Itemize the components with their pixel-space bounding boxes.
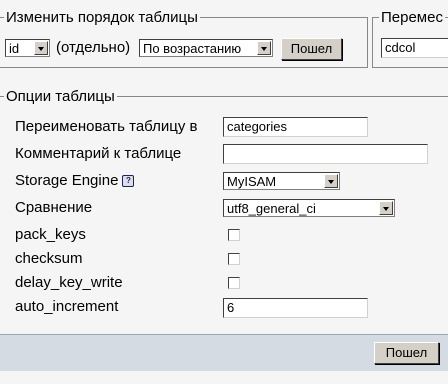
order-direction-select[interactable]: По возрастанию	[139, 39, 273, 57]
rename-table-input[interactable]: categories	[223, 117, 368, 137]
delay-key-write-label: delay_key_write	[15, 274, 123, 291]
collation-value: utf8_general_ci	[227, 201, 316, 216]
checksum-label: checksum	[15, 250, 83, 267]
storage-engine-label: Storage Engine?	[15, 172, 135, 190]
move-legend: Перемес	[381, 9, 443, 26]
collation-select[interactable]: utf8_general_ci	[223, 199, 395, 217]
move-db-field[interactable]: cdcol	[381, 38, 448, 58]
order-direction-value: По возрастанию	[143, 41, 242, 56]
rename-label: Переименовать таблицу в	[15, 118, 198, 135]
order-column-value: id	[9, 41, 20, 56]
auto-increment-input[interactable]: 6	[223, 298, 368, 318]
checksum-checkbox[interactable]	[228, 253, 240, 265]
chevron-down-icon	[379, 201, 393, 215]
table-comment-input[interactable]	[223, 144, 428, 164]
reorder-go-button[interactable]: Пошел	[281, 38, 342, 60]
options-go-button[interactable]: Пошел	[374, 342, 439, 364]
chevron-down-icon	[324, 174, 338, 188]
storage-engine-select[interactable]: MyISAM	[223, 172, 340, 190]
chevron-down-icon	[257, 41, 271, 55]
storage-engine-label-text: Storage Engine	[15, 172, 119, 189]
auto-increment-label: auto_increment	[15, 298, 119, 315]
collation-label: Сравнение	[15, 199, 93, 216]
reorder-legend: Изменить порядок таблицы	[6, 9, 198, 26]
comment-label: Комментарий к таблице	[15, 145, 182, 162]
help-icon[interactable]: ?	[122, 175, 135, 188]
separately-label: (отдельно)	[56, 39, 131, 56]
options-legend: Опции таблицы	[6, 88, 115, 105]
storage-engine-value: MyISAM	[227, 174, 277, 189]
order-column-select[interactable]: id	[5, 39, 50, 57]
pack-keys-label: pack_keys	[15, 226, 86, 243]
pack-keys-checkbox[interactable]	[228, 229, 240, 241]
chevron-down-icon	[34, 41, 48, 55]
delay-key-write-checkbox[interactable]	[228, 277, 240, 289]
